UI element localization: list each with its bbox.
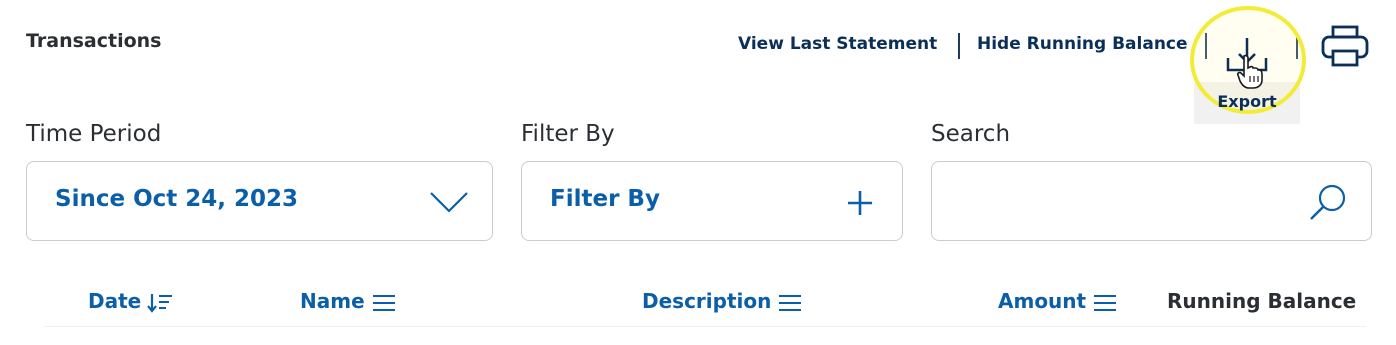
hide-running-balance-link[interactable]: Hide Running Balance xyxy=(977,34,1188,54)
print-icon[interactable] xyxy=(1320,24,1370,68)
menu-lines-icon xyxy=(1094,294,1117,311)
filter-by-dropdown[interactable]: Filter By xyxy=(521,161,903,241)
filter-by-value: Filter By xyxy=(550,186,660,212)
export-button[interactable]: Export xyxy=(1190,6,1306,124)
search-label: Search xyxy=(931,121,1011,147)
hand-cursor-icon xyxy=(1236,54,1263,89)
link-separator xyxy=(958,33,960,59)
column-header-running-balance: Running Balance xyxy=(1167,289,1357,313)
search-icon xyxy=(1310,184,1346,220)
plus-icon xyxy=(848,191,872,215)
view-last-statement-link[interactable]: View Last Statement xyxy=(738,34,937,54)
sort-desc-icon xyxy=(147,293,173,313)
column-header-name-label: Name xyxy=(300,289,365,313)
column-header-name[interactable]: Name xyxy=(300,289,397,315)
column-header-date[interactable]: Date xyxy=(88,289,173,315)
column-header-amount-label: Amount xyxy=(998,289,1087,313)
column-header-date-label: Date xyxy=(88,289,142,313)
time-period-value: Since Oct 24, 2023 xyxy=(55,186,299,212)
column-header-amount[interactable]: Amount xyxy=(998,289,1118,315)
search-input[interactable] xyxy=(931,161,1372,241)
chevron-down-icon xyxy=(430,192,468,213)
table-header-divider xyxy=(44,326,1366,327)
column-header-description-label: Description xyxy=(642,289,772,313)
transactions-title: Transactions xyxy=(26,30,162,52)
time-period-dropdown[interactable]: Since Oct 24, 2023 xyxy=(26,161,493,241)
menu-lines-icon xyxy=(372,294,395,311)
menu-lines-icon xyxy=(779,294,802,311)
time-period-label: Time Period xyxy=(26,121,162,147)
column-header-description[interactable]: Description xyxy=(642,289,803,315)
filter-by-label: Filter By xyxy=(521,121,615,147)
export-label: Export xyxy=(1217,92,1277,111)
